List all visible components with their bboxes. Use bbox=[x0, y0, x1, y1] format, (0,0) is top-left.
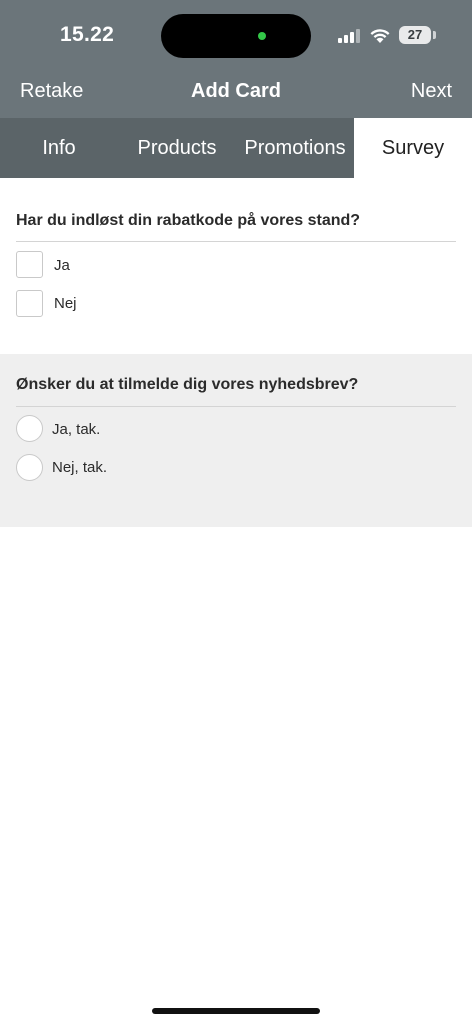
tab-info[interactable]: Info bbox=[0, 118, 118, 178]
tab-products[interactable]: Products bbox=[118, 118, 236, 178]
tab-survey[interactable]: Survey bbox=[354, 118, 472, 178]
page-title: Add Card bbox=[191, 80, 281, 102]
battery-cap bbox=[433, 31, 436, 39]
survey-question-2: Ønsker du at tilmelde dig vores nyhedsbr… bbox=[0, 354, 472, 527]
camera-indicator-dot bbox=[258, 32, 266, 40]
question-1-text: Har du indløst din rabatkode på vores st… bbox=[16, 212, 361, 229]
cellular-signal-icon bbox=[338, 28, 360, 43]
divider bbox=[16, 406, 456, 407]
tab-bar: Info Products Promotions Survey bbox=[0, 118, 472, 178]
checkbox-ja[interactable] bbox=[16, 251, 43, 278]
dynamic-island bbox=[161, 14, 311, 58]
radio-nej-tak[interactable] bbox=[16, 454, 43, 481]
option-label-nej: Nej bbox=[54, 295, 77, 312]
status-bar: 15.22 27 bbox=[0, 0, 472, 70]
tab-promotions[interactable]: Promotions bbox=[236, 118, 354, 178]
status-time: 15.22 bbox=[60, 23, 115, 46]
divider bbox=[16, 241, 456, 242]
radio-ja-tak[interactable] bbox=[16, 415, 43, 442]
survey-question-1: Har du indløst din rabatkode på vores st… bbox=[0, 178, 472, 354]
option-label-ja: Ja bbox=[54, 257, 70, 274]
option-label-ja-tak: Ja, tak. bbox=[52, 421, 101, 438]
next-button[interactable]: Next bbox=[411, 80, 452, 103]
checkbox-nej[interactable] bbox=[16, 290, 43, 317]
option-label-nej-tak: Nej, tak. bbox=[52, 459, 108, 476]
nav-bar: Retake Add Card Next bbox=[0, 70, 472, 118]
wifi-icon bbox=[370, 29, 390, 43]
question-2-text: Ønsker du at tilmelde dig vores nyhedsbr… bbox=[16, 376, 359, 393]
home-indicator[interactable] bbox=[152, 1008, 320, 1014]
battery-icon: 27 bbox=[399, 26, 431, 44]
